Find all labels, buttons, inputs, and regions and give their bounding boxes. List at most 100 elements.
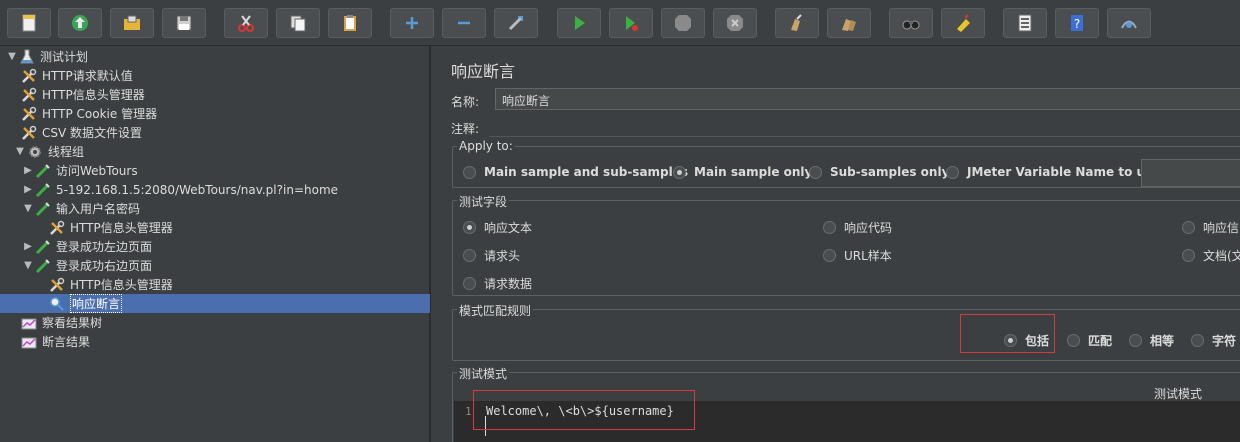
radio-label: 请求头 [484, 249, 521, 263]
test-patterns-title: 测试模式 [457, 365, 510, 382]
tree-expand-toggle[interactable]: ▶ [22, 241, 34, 253]
field-request-headers-radio[interactable]: 请求头 [463, 247, 520, 264]
name-field[interactable]: 响应断言 [495, 88, 1240, 110]
tree-collapse-toggle[interactable]: ▼ [14, 146, 26, 158]
radio-dot [946, 165, 959, 179]
field-document-radio[interactable]: 文档(文 [1182, 247, 1240, 264]
search-button[interactable] [889, 8, 933, 38]
sampler-icon [34, 238, 52, 256]
tree-item[interactable]: 响应断言 [0, 294, 430, 313]
field-response-message-radio[interactable]: 响应信 [1182, 219, 1239, 236]
remote-button[interactable] [1107, 8, 1151, 38]
radio-dot [463, 277, 476, 290]
tree-toggle-spacer [30, 279, 48, 291]
apply-sub-only-radio[interactable]: Sub-samples only [809, 165, 949, 179]
jmeter-variable-input[interactable] [1141, 159, 1240, 187]
function-helper-button[interactable] [1003, 8, 1047, 38]
radio-dot [463, 165, 476, 179]
tree-toggle-spacer [30, 298, 48, 310]
test-field-title: 测试字段 [457, 193, 510, 210]
tree-item-label: HTTP请求默认值 [42, 69, 133, 83]
tree-item[interactable]: HTTP信息头管理器 [0, 218, 430, 237]
tree-item-label: 测试计划 [40, 50, 89, 64]
radio-label: 匹配 [1088, 334, 1113, 348]
rule-substring-radio[interactable]: 字符 [1191, 332, 1236, 349]
save-button[interactable] [162, 8, 206, 38]
shutdown-button[interactable] [713, 8, 757, 38]
tree-collapse-toggle[interactable]: ▼ [22, 260, 34, 272]
help-button[interactable]: ? [1055, 8, 1099, 38]
radio-label: 字符 [1212, 334, 1237, 348]
tree-collapse-toggle[interactable]: ▼ [6, 51, 18, 63]
sampler-icon [34, 162, 52, 180]
tree-item-label: 断言结果 [42, 335, 91, 349]
new-button[interactable] [7, 8, 51, 38]
tree-item[interactable]: HTTP信息头管理器 [0, 275, 430, 294]
tree-item[interactable]: ▶ 访问WebTours [0, 161, 430, 180]
tree-item[interactable]: HTTP信息头管理器 [0, 85, 430, 104]
paste-button[interactable] [328, 8, 372, 38]
apply-jmeter-variable-radio[interactable]: JMeter Variable Name to use [946, 165, 1160, 179]
field-request-data-radio[interactable]: 请求数据 [463, 275, 532, 292]
tree-item[interactable]: ▶ 登录成功左边页面 [0, 237, 430, 256]
tree-item[interactable]: ▼ 线程组 [0, 142, 430, 161]
splitter[interactable] [430, 46, 438, 442]
field-url-sample-radio[interactable]: URL样本 [823, 247, 892, 264]
tree-item[interactable]: ▶ 5-192.168.1.5:2080/WebTours/nav.pl?in=h… [0, 180, 430, 199]
tree-expand-toggle[interactable]: ▶ [22, 165, 34, 177]
open-button[interactable] [110, 8, 154, 38]
radio-label: 文档(文 [1203, 249, 1240, 263]
radio-label: Main sample only [694, 165, 813, 179]
tree-item[interactable]: ▼ 登录成功右边页面 [0, 256, 430, 275]
apply-main-and-sub-radio[interactable]: Main sample and sub-samples [463, 165, 688, 179]
start-button[interactable] [557, 8, 601, 38]
column-header: 测试模式 [1154, 387, 1203, 401]
start-icon [569, 13, 589, 33]
sampler-icon [34, 181, 52, 199]
apply-main-only-radio[interactable]: Main sample only [673, 165, 812, 179]
tree-item-label: HTTP信息头管理器 [70, 278, 173, 292]
tree-expand-toggle[interactable]: ▶ [22, 184, 34, 196]
config-icon [20, 86, 38, 104]
copy-icon [288, 13, 308, 33]
copy-button[interactable] [276, 8, 320, 38]
toggle-button[interactable] [494, 8, 538, 38]
line-number: 1 [465, 405, 472, 418]
tree-collapse-toggle[interactable]: ▼ [22, 203, 34, 215]
tree-item[interactable]: HTTP Cookie 管理器 [0, 104, 430, 123]
tree-item[interactable]: CSV 数据文件设置 [0, 123, 430, 142]
test-plan-icon [18, 48, 36, 66]
rule-equals-radio[interactable]: 相等 [1129, 332, 1174, 349]
reset-search-button[interactable] [941, 8, 985, 38]
templates-icon [70, 13, 90, 33]
panel-title: 响应断言 [451, 62, 516, 81]
tree-item[interactable]: ▼ 测试计划 [0, 47, 430, 66]
tree-item[interactable]: 察看结果树 [0, 313, 430, 332]
tree-item-label: 响应断言 [70, 294, 123, 313]
tree-item[interactable]: ▼ 输入用户名密码 [0, 199, 430, 218]
field-response-code-radio[interactable]: 响应代码 [823, 219, 892, 236]
tree-item-label: 5-192.168.1.5:2080/WebTours/nav.pl?in=ho… [56, 182, 339, 197]
clear-button[interactable] [775, 8, 819, 38]
comment-field[interactable] [489, 117, 1240, 137]
config-icon [20, 105, 38, 123]
paste-icon [340, 13, 360, 33]
templates-button[interactable] [58, 8, 102, 38]
clear-all-icon [839, 13, 859, 33]
pattern-rules-title: 模式匹配规则 [457, 302, 534, 319]
cut-button[interactable] [224, 8, 268, 38]
radio-label: 请求数据 [484, 277, 533, 291]
stop-button[interactable] [661, 8, 705, 38]
config-icon [48, 276, 66, 294]
collapse-button[interactable] [442, 8, 486, 38]
expand-button[interactable] [390, 8, 434, 38]
tree-item[interactable]: HTTP请求默认值 [0, 66, 430, 85]
assertion-icon [48, 295, 66, 313]
test-field-group: 测试字段 响应文本 响应代码 响应信 请求头 URL样本 文档(文 请求数据 [452, 193, 1240, 296]
rule-matches-radio[interactable]: 匹配 [1067, 332, 1112, 349]
field-response-text-radio[interactable]: 响应文本 [463, 219, 532, 236]
tree-item-label: 输入用户名密码 [56, 202, 141, 216]
clear-all-button[interactable] [827, 8, 871, 38]
start-no-pause-button[interactable] [609, 8, 653, 38]
tree-item[interactable]: 断言结果 [0, 332, 430, 351]
